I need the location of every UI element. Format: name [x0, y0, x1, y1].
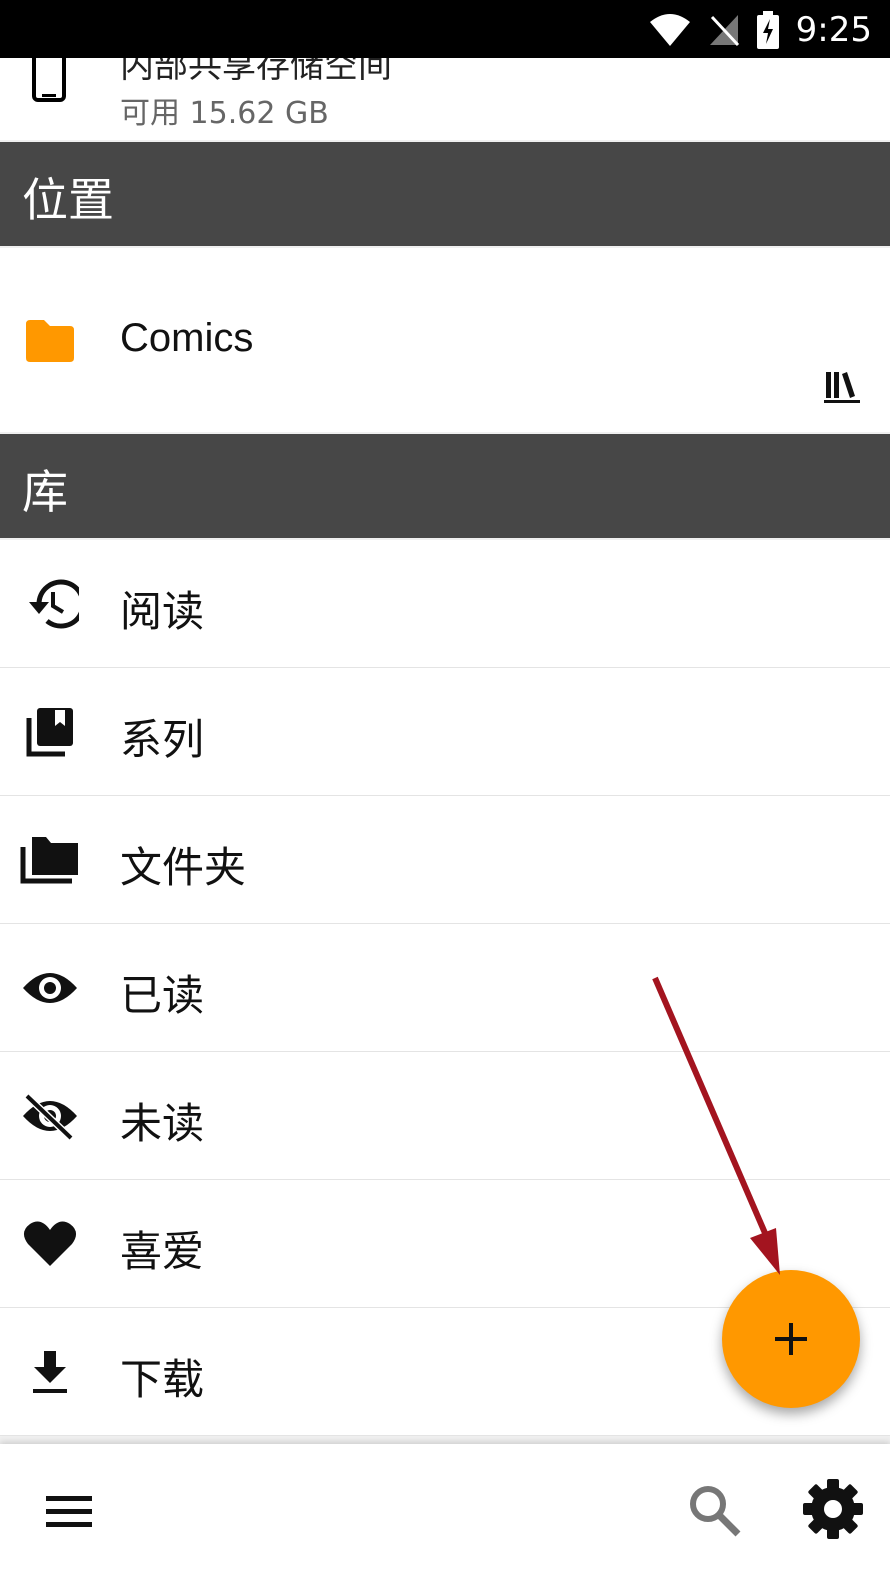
collections-bookmark-icon	[20, 704, 80, 760]
folders-icon	[20, 832, 80, 888]
storage-title: 内部共享存储空间	[120, 58, 392, 86]
location-item-comics[interactable]: Comics	[0, 248, 890, 432]
library-item-read[interactable]: 已读	[0, 924, 890, 1052]
library-item-label: 阅读	[120, 587, 205, 636]
eye-off-icon	[20, 1088, 80, 1144]
eye-icon	[20, 960, 80, 1016]
library-item-label: 喜爱	[120, 1227, 205, 1276]
heart-icon	[20, 1216, 80, 1272]
library-item-reading[interactable]: 阅读	[0, 540, 890, 668]
bottom-app-bar	[0, 1444, 890, 1582]
library-item-label: 文件夹	[120, 843, 247, 892]
library-item-label: 已读	[120, 971, 205, 1020]
add-fab-button[interactable]	[722, 1270, 860, 1408]
library-header: 库	[0, 434, 890, 538]
battery-charging-icon	[756, 11, 779, 49]
no-signal-icon	[709, 15, 739, 47]
status-bar: 9:25	[0, 0, 890, 58]
library-item-series[interactable]: 系列	[0, 668, 890, 796]
locations-header: 位置	[0, 142, 890, 246]
folder-icon	[26, 320, 74, 362]
search-icon[interactable]	[684, 1480, 744, 1540]
menu-icon[interactable]	[44, 1486, 96, 1538]
library-item-unread[interactable]: 未读	[0, 1052, 890, 1180]
library-item-label: 未读	[120, 1099, 205, 1148]
smartphone-icon	[32, 58, 66, 102]
download-icon	[20, 1344, 80, 1400]
plus-icon	[775, 1323, 807, 1355]
drawer-content[interactable]: 内部共享存储空间 可用 15.62 GB 位置 Comics 库 阅读 系列 文…	[0, 58, 890, 1444]
gear-icon[interactable]	[800, 1476, 866, 1542]
locations-header-label: 位置	[22, 173, 114, 227]
storage-available: 可用 15.62 GB	[120, 96, 329, 131]
location-label: Comics	[120, 316, 254, 360]
wifi-icon	[649, 14, 690, 46]
clock: 9:25	[795, 10, 872, 50]
history-icon	[20, 576, 80, 632]
library-item-label: 下载	[120, 1355, 205, 1404]
library-header-label: 库	[22, 465, 68, 519]
library-item-folders[interactable]: 文件夹	[0, 796, 890, 924]
library-item-label: 系列	[120, 715, 205, 764]
internal-storage-item[interactable]: 内部共享存储空间 可用 15.62 GB	[0, 58, 890, 140]
library-shelf-icon[interactable]	[822, 366, 862, 404]
